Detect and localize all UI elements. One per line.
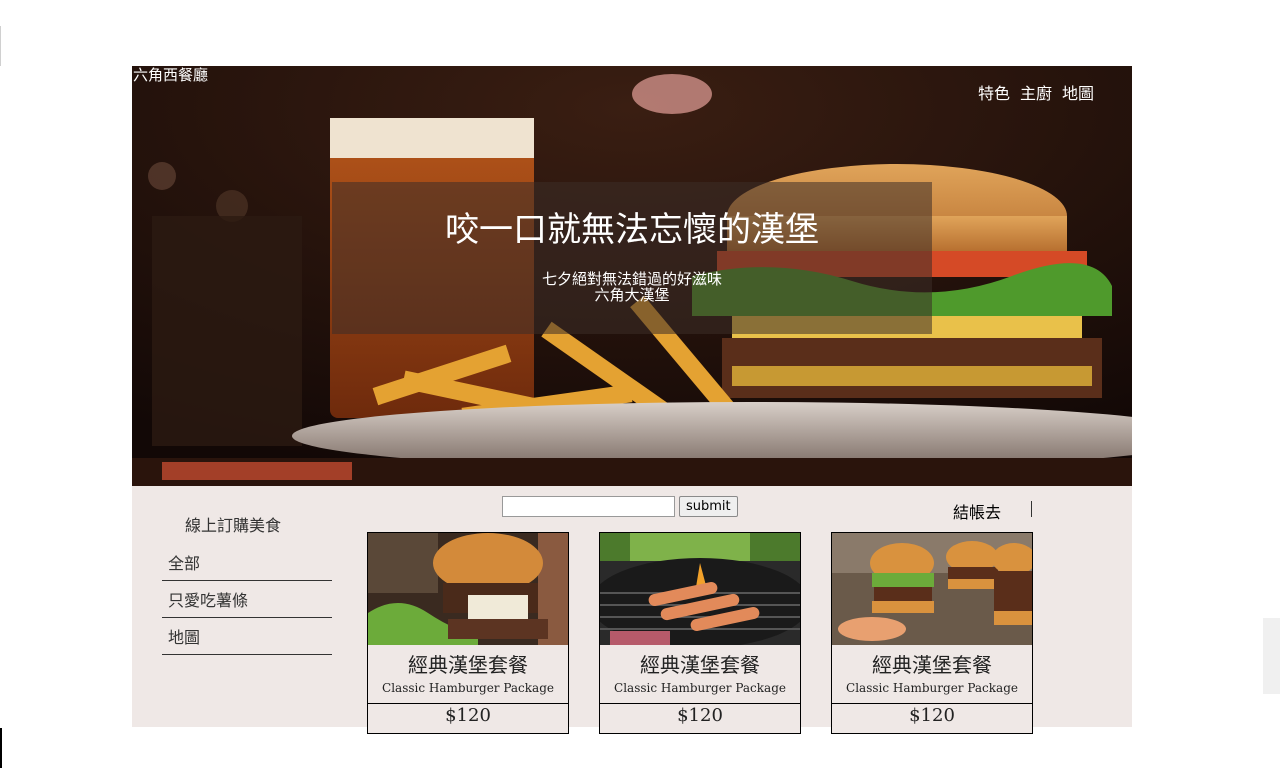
product-name-en: Classic Hamburger Package xyxy=(614,681,786,695)
hero-subline: 七夕絕對無法錯過的好滋味 六角大漢堡 xyxy=(332,271,932,303)
product-price: $120 xyxy=(368,703,568,726)
product-name: 經典漢堡套餐 xyxy=(640,653,760,677)
edge-artifact xyxy=(0,728,2,768)
product-grid: 經典漢堡套餐 Classic Hamburger Package $120 經典… xyxy=(367,532,1033,734)
sidebar-title: 線上訂購美食 xyxy=(185,516,282,535)
nav-item-chef[interactable]: 主廚 xyxy=(1020,80,1052,104)
product-name-en: Classic Hamburger Package xyxy=(382,681,554,695)
top-nav: 特色 主廚 地圖 xyxy=(978,80,1094,104)
hero-caption-box: 咬一口就無法忘懷的漢堡 七夕絕對無法錯過的好滋味 六角大漢堡 xyxy=(332,182,932,334)
product-name: 經典漢堡套餐 xyxy=(408,653,528,677)
main-content: submit 結帳去 線上訂購美食 全部 只愛吃薯條 地圖 經典漢堡套餐 Cla… xyxy=(132,486,1132,734)
nav-item-map[interactable]: 地圖 xyxy=(1062,80,1094,104)
sausages-on-grill-image xyxy=(600,533,800,645)
sidebar-item-map[interactable]: 地圖 xyxy=(162,618,332,655)
mini-burgers-image xyxy=(832,533,1032,645)
hero-banner: 六角西餐廳 特色 主廚 地圖 咬一口就無法忘懷的漢堡 七夕絕對無法錯過的好滋味 … xyxy=(132,66,1132,486)
divider xyxy=(1031,501,1032,517)
sidebar-list: 全部 只愛吃薯條 地圖 xyxy=(162,544,332,655)
edge-artifact xyxy=(0,26,1,66)
product-price: $120 xyxy=(832,703,1032,726)
search-input[interactable] xyxy=(502,496,675,517)
search-bar: submit xyxy=(502,496,738,517)
nav-item-features[interactable]: 特色 xyxy=(978,80,1010,104)
sidebar-item-fries[interactable]: 只愛吃薯條 xyxy=(162,581,332,618)
product-name-en: Classic Hamburger Package xyxy=(846,681,1018,695)
product-card[interactable]: 經典漢堡套餐 Classic Hamburger Package $120 xyxy=(367,532,569,734)
hero-subline-2: 六角大漢堡 xyxy=(594,286,670,304)
product-card[interactable]: 經典漢堡套餐 Classic Hamburger Package $120 xyxy=(831,532,1033,734)
checkout-link[interactable]: 結帳去 xyxy=(953,499,1001,523)
hero-heading: 咬一口就無法忘懷的漢堡 xyxy=(445,210,819,250)
product-name: 經典漢堡套餐 xyxy=(872,653,992,677)
product-price: $120 xyxy=(600,703,800,726)
page: 六角西餐廳 特色 主廚 地圖 咬一口就無法忘懷的漢堡 七夕絕對無法錯過的好滋味 … xyxy=(0,0,1280,768)
scrollbar-fragment[interactable] xyxy=(1263,618,1280,694)
sidebar: 線上訂購美食 全部 只愛吃薯條 地圖 xyxy=(162,512,332,655)
product-card[interactable]: 經典漢堡套餐 Classic Hamburger Package $120 xyxy=(599,532,801,734)
sidebar-item-all[interactable]: 全部 xyxy=(162,544,332,581)
submit-button[interactable]: submit xyxy=(679,496,738,517)
hero-subline-1: 七夕絕對無法錯過的好滋味 xyxy=(541,270,722,288)
site-title[interactable]: 六角西餐廳 xyxy=(133,66,208,84)
burger-with-lettuce-image xyxy=(368,533,568,645)
